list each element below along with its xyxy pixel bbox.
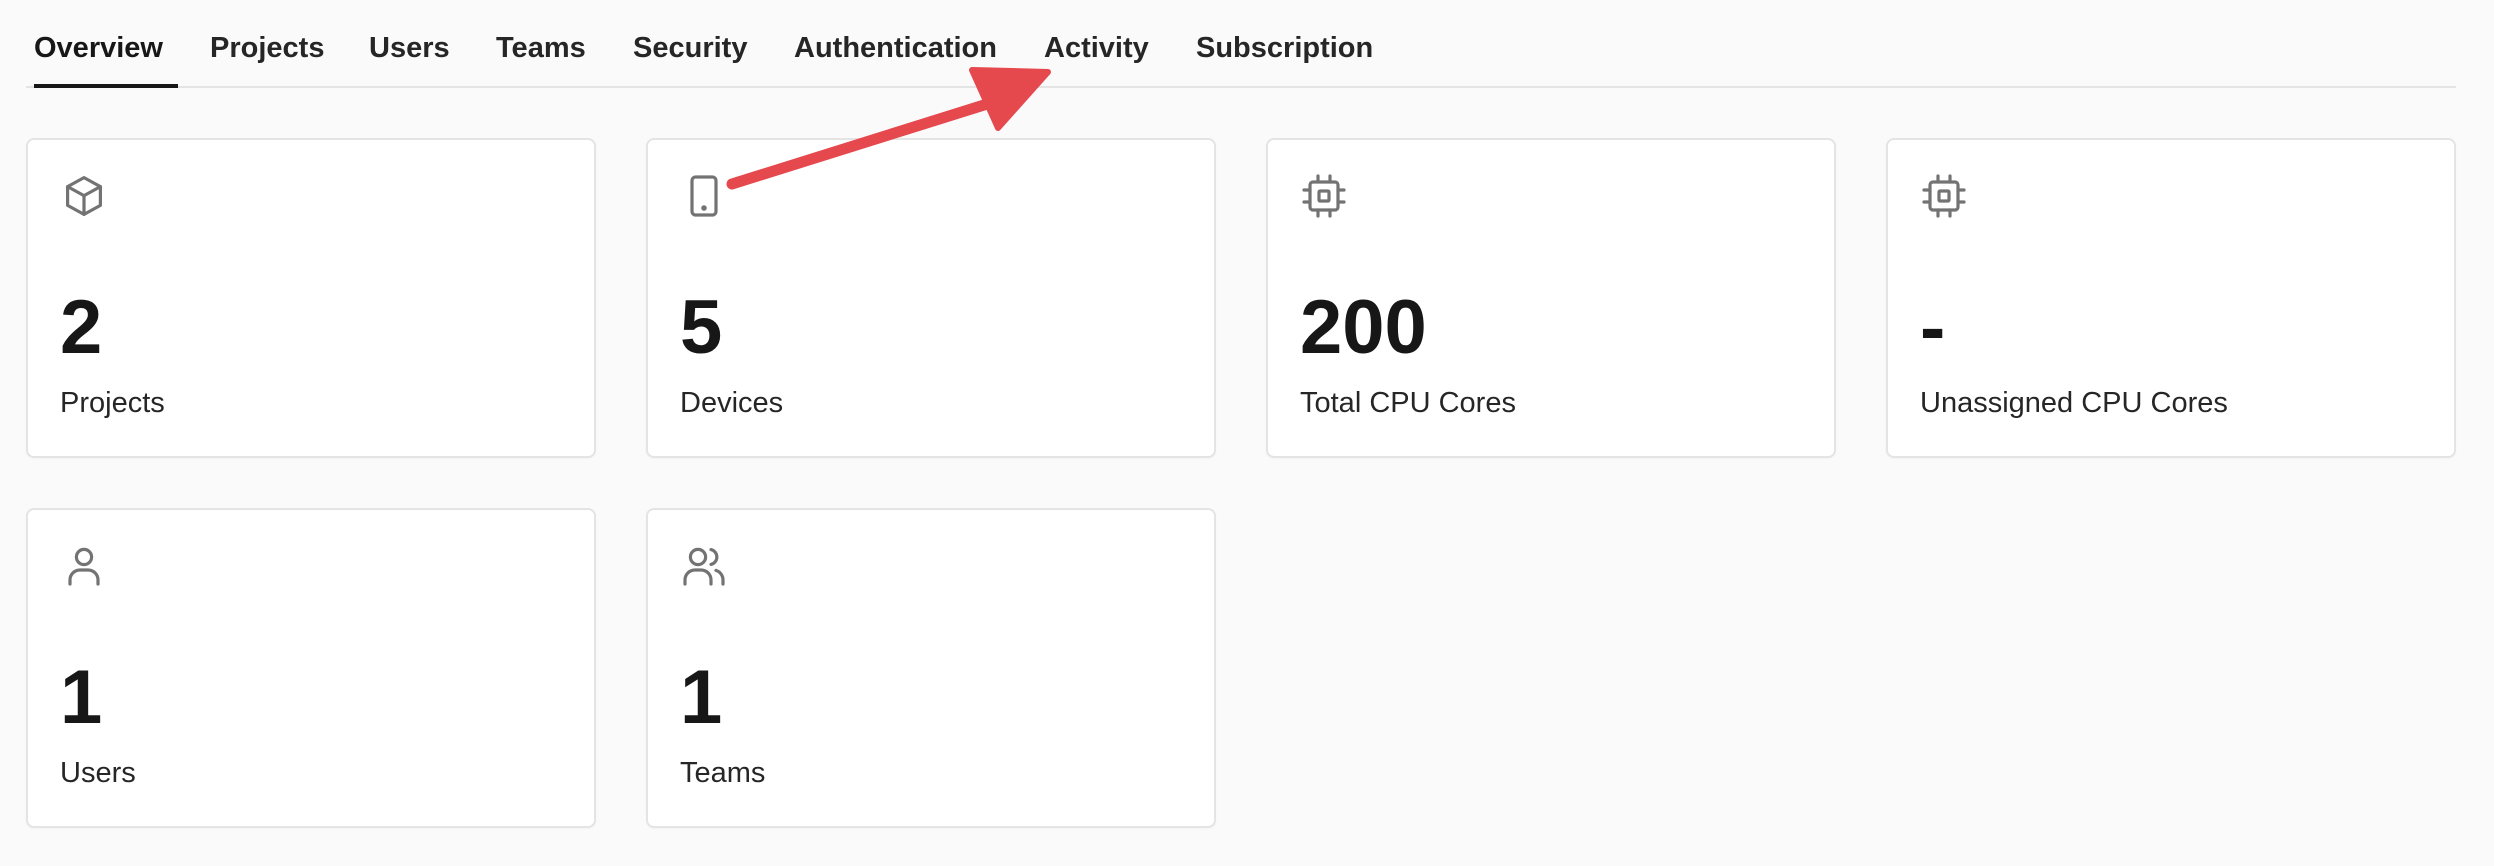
stat-label: Total CPU Cores [1300, 387, 1516, 419]
tab-security[interactable]: Security [633, 24, 747, 88]
tab-subscription[interactable]: Subscription [1196, 24, 1373, 88]
tab-overview[interactable]: Overview [34, 24, 178, 88]
user-icon [60, 542, 108, 590]
tab-teams[interactable]: Teams [496, 24, 586, 88]
stat-value: 5 [680, 285, 723, 370]
stat-value: 2 [60, 285, 103, 370]
tab-users[interactable]: Users [369, 24, 450, 88]
stat-card-unassigned-cpu-cores[interactable]: - Unassigned CPU Cores [1886, 138, 2456, 458]
stat-value: - [1920, 285, 1946, 370]
stat-card-teams[interactable]: 1 Teams [646, 508, 1216, 828]
organization-overview-page: Overview Projects Users Teams Security A… [0, 0, 2494, 866]
stat-value: 1 [60, 655, 103, 740]
tablet-icon [680, 172, 728, 220]
tab-projects[interactable]: Projects [210, 24, 324, 88]
users-icon [680, 542, 728, 590]
stat-label: Unassigned CPU Cores [1920, 387, 2228, 419]
tab-bar: Overview Projects Users Teams Security A… [26, 0, 2456, 88]
stat-label: Teams [680, 757, 766, 789]
stat-label: Users [60, 757, 136, 789]
stat-card-projects[interactable]: 2 Projects [26, 138, 596, 458]
stat-label: Devices [680, 387, 784, 419]
tab-authentication[interactable]: Authentication [794, 24, 997, 88]
stat-value: 1 [680, 655, 723, 740]
stat-card-total-cpu-cores[interactable]: 200 Total CPU Cores [1266, 138, 1836, 458]
stat-label: Projects [60, 387, 165, 419]
stat-card-devices[interactable]: 5 Devices [646, 138, 1216, 458]
tab-activity[interactable]: Activity [1044, 24, 1149, 88]
stat-card-users[interactable]: 1 Users [26, 508, 596, 828]
cpu-icon [1300, 172, 1348, 220]
stat-value: 200 [1300, 285, 1427, 370]
cpu-icon [1920, 172, 1968, 220]
cube-icon [60, 172, 108, 220]
